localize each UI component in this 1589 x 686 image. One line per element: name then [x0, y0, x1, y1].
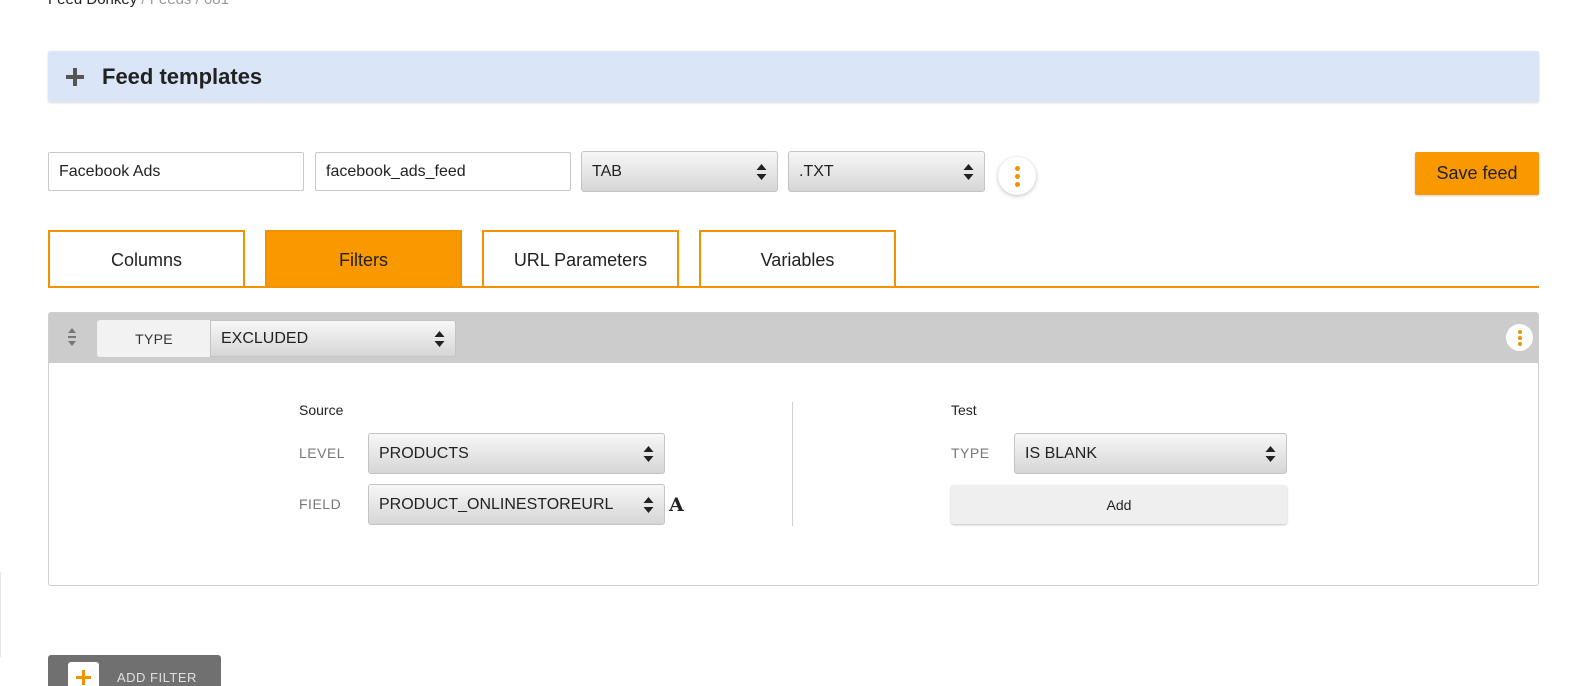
extension-select-value: .TXT [799, 162, 834, 180]
breadcrumb-section[interactable]: Feeds [150, 0, 192, 8]
level-label: LEVEL [299, 445, 346, 461]
tab-url-parameters[interactable]: URL Parameters [482, 230, 679, 288]
filter-type-value: EXCLUDED [221, 329, 309, 347]
field-label: FIELD [299, 496, 342, 512]
kebab-menu-icon [1014, 165, 1020, 171]
feed-options-button[interactable] [998, 157, 1036, 195]
test-type-select[interactable]: IS BLANK [1014, 433, 1287, 474]
test-section-title: Test [951, 402, 977, 418]
select-arrows-icon [434, 330, 445, 347]
feed-name-input[interactable] [48, 152, 304, 191]
edge-divider [0, 572, 1, 657]
breadcrumb-current: 081 [204, 0, 229, 8]
tab-columns[interactable]: Columns [48, 230, 245, 288]
kebab-menu-icon [1517, 329, 1522, 334]
test-type-value: IS BLANK [1025, 444, 1098, 462]
filter-type-select[interactable]: EXCLUDED [210, 320, 456, 357]
breadcrumb: Feed Donkey / Feeds / 081 [48, 0, 229, 8]
plus-icon [68, 661, 99, 686]
breadcrumb-root[interactable]: Feed Donkey [48, 0, 137, 8]
breadcrumb-separator: / [141, 0, 145, 8]
save-feed-button[interactable]: Save feed [1415, 152, 1539, 195]
add-filter-button[interactable]: ADD FILTER [48, 655, 221, 686]
tab-underline [48, 286, 1539, 288]
tab-variables[interactable]: Variables [699, 230, 896, 288]
filter-options-button[interactable] [1506, 324, 1533, 351]
select-arrows-icon [963, 163, 974, 180]
test-type-label: TYPE [951, 445, 990, 461]
select-arrows-icon [756, 163, 767, 180]
delimiter-select-value: TAB [592, 162, 622, 180]
level-select[interactable]: PRODUCTS [368, 433, 665, 474]
select-arrows-icon [643, 445, 654, 462]
feed-templates-toggle[interactable]: Feed templates [48, 51, 1539, 102]
drag-handle-icon[interactable] [66, 327, 78, 347]
feed-templates-title: Feed templates [102, 63, 263, 89]
tab-filters[interactable]: Filters [265, 230, 462, 288]
section-divider [792, 402, 793, 526]
feed-editor-page: Feed Donkey / Feeds / 081 Feed templates… [0, 0, 1589, 686]
field-select-value: PRODUCT_ONLINESTOREURL [379, 495, 614, 513]
source-section-title: Source [299, 402, 344, 418]
select-arrows-icon [643, 496, 654, 513]
select-arrows-icon [1265, 445, 1276, 462]
filter-card: TYPE EXCLUDED Source LEVEL PRODUCTS FIEL… [48, 312, 1539, 586]
text-mode-icon[interactable]: A [669, 494, 684, 516]
add-filter-label: ADD FILTER [117, 669, 197, 685]
filter-card-header: TYPE EXCLUDED [49, 313, 1538, 363]
level-select-value: PRODUCTS [379, 444, 469, 462]
filter-type-label: TYPE [97, 320, 211, 357]
breadcrumb-separator: / [196, 0, 200, 8]
field-select[interactable]: PRODUCT_ONLINESTOREURL [368, 484, 665, 525]
extension-select[interactable]: .TXT [788, 151, 985, 192]
delimiter-select[interactable]: TAB [581, 151, 778, 192]
feed-filename-input[interactable] [315, 152, 571, 191]
plus-icon [66, 67, 84, 86]
add-test-button[interactable]: Add [951, 485, 1287, 524]
